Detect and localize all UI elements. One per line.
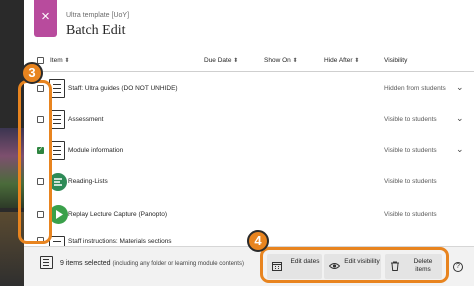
callout-number: 4	[247, 230, 269, 252]
item-name[interactable]: Reading-Lists	[68, 178, 108, 185]
chevron-down-icon[interactable]: ⌄	[456, 82, 464, 93]
breadcrumb: Ultra template [UoY]	[66, 12, 130, 19]
sort-icon: ⬍	[233, 58, 239, 64]
item-name[interactable]: Module information	[68, 147, 123, 154]
callout-number: 3	[21, 62, 43, 84]
batch-edit-panel: × Ultra template [UoY] Batch Edit Item ⬍…	[18, 0, 474, 286]
table-row[interactable]: Reading-Lists Visible to students	[24, 166, 474, 198]
callout-box-checkboxes	[18, 80, 52, 244]
selected-subtext: (including any folder or learning module…	[112, 261, 244, 267]
sort-icon: ⬍	[354, 58, 360, 64]
page-title: Batch Edit	[66, 23, 126, 38]
item-visibility: Visible to students	[384, 116, 437, 123]
close-button[interactable]: ×	[34, 0, 57, 37]
table-row[interactable]: Staff: Ultra guides (DO NOT UNHIDE) Hidd…	[24, 73, 474, 105]
selection-doc-icon	[40, 256, 53, 269]
close-icon: ×	[41, 8, 50, 25]
table-row[interactable]: Assessment Visible to students ⌄	[24, 104, 474, 136]
item-name[interactable]: Staff instructions: Materials sections	[68, 238, 172, 245]
table-header: Item ⬍ Due Date ⬍ Show On ⬍ Hide After ⬍…	[24, 52, 474, 72]
table-row[interactable]: Replay Lecture Capture (Panopto) Visible…	[24, 199, 474, 231]
item-visibility: Hidden from students	[384, 85, 446, 92]
chevron-down-icon[interactable]: ⌄	[456, 144, 464, 155]
selected-count: 9 items selected	[60, 260, 111, 267]
table-row[interactable]: ✓ Module information Visible to students…	[24, 135, 474, 167]
chevron-down-icon[interactable]: ⌄	[456, 113, 464, 124]
callout-box-actions	[260, 247, 449, 283]
column-item[interactable]: Item ⬍	[50, 57, 70, 64]
sort-icon: ⬍	[64, 58, 70, 64]
selection-summary: 9 items selected (including any folder o…	[60, 260, 244, 267]
column-due-date[interactable]: Due Date ⬍	[204, 57, 238, 64]
column-show-on[interactable]: Show On ⬍	[264, 57, 298, 64]
sort-icon: ⬍	[292, 58, 298, 64]
column-hide-after[interactable]: Hide After ⬍	[324, 57, 359, 64]
item-name[interactable]: Replay Lecture Capture (Panopto)	[68, 211, 167, 218]
item-name[interactable]: Assessment	[68, 116, 103, 123]
item-name[interactable]: Staff: Ultra guides (DO NOT UNHIDE)	[68, 85, 178, 92]
column-visibility: Visibility	[384, 57, 408, 64]
help-icon[interactable]: ?	[453, 262, 463, 272]
item-visibility: Visible to students	[384, 178, 437, 185]
item-visibility: Visible to students	[384, 211, 437, 218]
item-visibility: Visible to students	[384, 147, 437, 154]
